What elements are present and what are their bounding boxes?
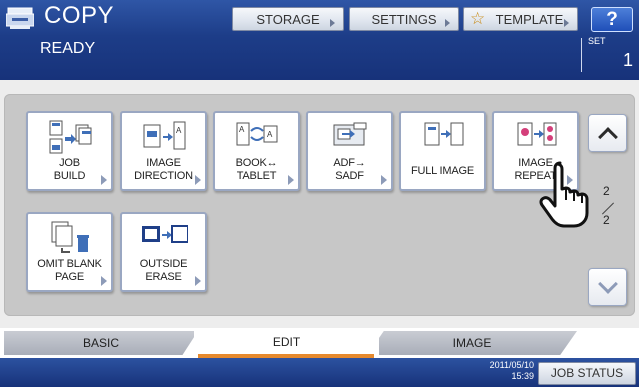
job-build-icon (49, 120, 91, 154)
job-build-label-1: JOB (59, 157, 80, 169)
datetime: 2011/05/10 15:39 (488, 360, 534, 382)
app-title: COPY (44, 2, 115, 29)
settings-label: SETTINGS (371, 11, 437, 27)
image-direction-icon: A (143, 121, 185, 150)
full-image-label: FULL IMAGE (411, 165, 474, 177)
image-direction-label-1: IMAGE (146, 157, 181, 169)
image-repeat-icon (517, 122, 556, 146)
book-tablet-icon: A A (236, 122, 277, 146)
page-total: 2 (603, 213, 610, 227)
image-direction-button[interactable]: A IMAGE DIRECTION (120, 111, 207, 191)
omit-blank-page-arrow-icon (101, 276, 107, 286)
template-arrow-icon (564, 19, 569, 27)
image-direction-arrow-icon (195, 175, 201, 185)
copier-icon (6, 7, 34, 29)
set-label: SET (588, 36, 606, 46)
star-icon: ☆ (470, 9, 486, 28)
omit-blank-page-icon (51, 221, 89, 253)
set-count: 1 (622, 50, 633, 70)
date-text: 2011/05/10 (489, 360, 534, 370)
hand-pointer-icon (539, 161, 589, 228)
outside-erase-arrow-icon (195, 276, 201, 286)
job-build-label-2: BUILD (53, 170, 86, 182)
job-build-button[interactable]: JOB BUILD (26, 111, 113, 191)
status-text: READY (40, 40, 96, 57)
chevron-up-icon (598, 127, 618, 147)
storage-arrow-icon (330, 19, 335, 27)
omit-blank-page-label-2: PAGE (55, 271, 84, 283)
settings-button[interactable]: SETTINGS (349, 7, 459, 31)
book-tablet-arrow-icon (288, 175, 294, 185)
page-current: 2 (603, 184, 610, 198)
job-build-arrow-icon (101, 175, 107, 185)
storage-button[interactable]: STORAGE (232, 7, 344, 31)
full-image-button[interactable]: FULL IMAGE (399, 111, 486, 191)
job-status-button[interactable]: JOB STATUS (538, 362, 636, 385)
svg-text:A: A (239, 125, 245, 134)
outside-erase-label-1: OUTSIDE (139, 258, 188, 270)
help-button[interactable]: ? (591, 7, 633, 32)
template-button[interactable]: ☆ TEMPLATE (463, 7, 578, 31)
outside-erase-icon (141, 225, 188, 243)
adf-sadf-icon (333, 122, 366, 146)
adf-sadf-label-2: SADF (335, 170, 364, 182)
adf-sadf-label-1: ADF→ (333, 157, 366, 169)
scroll-down-button[interactable] (588, 268, 627, 306)
omit-blank-page-button[interactable]: OMIT BLANK PAGE (26, 212, 113, 292)
adf-sadf-button[interactable]: ADF→ SADF (306, 111, 393, 191)
tab-image[interactable]: IMAGE (367, 331, 577, 355)
svg-text:A: A (176, 126, 182, 135)
book-tablet-button[interactable]: A A BOOK↔ TABLET (213, 111, 300, 191)
image-direction-label-2: DIRECTION (134, 170, 193, 182)
omit-blank-page-label-1: OMIT BLANK (37, 258, 102, 270)
book-tablet-label-1: BOOK↔ (235, 157, 278, 169)
set-divider (581, 38, 582, 72)
outside-erase-button[interactable]: OUTSIDE ERASE (120, 212, 207, 292)
time-text: 15:39 (511, 371, 534, 381)
scroll-up-button[interactable] (588, 114, 627, 152)
svg-text:A: A (267, 130, 273, 139)
outside-erase-label-2: ERASE (145, 271, 182, 283)
chevron-down-icon (598, 274, 618, 294)
full-image-icon (424, 122, 463, 146)
settings-arrow-icon (445, 19, 450, 27)
book-tablet-label-2: TABLET (236, 170, 277, 182)
adf-sadf-arrow-icon (381, 175, 387, 185)
storage-label: STORAGE (256, 11, 320, 27)
tab-basic[interactable]: BASIC (4, 331, 198, 355)
